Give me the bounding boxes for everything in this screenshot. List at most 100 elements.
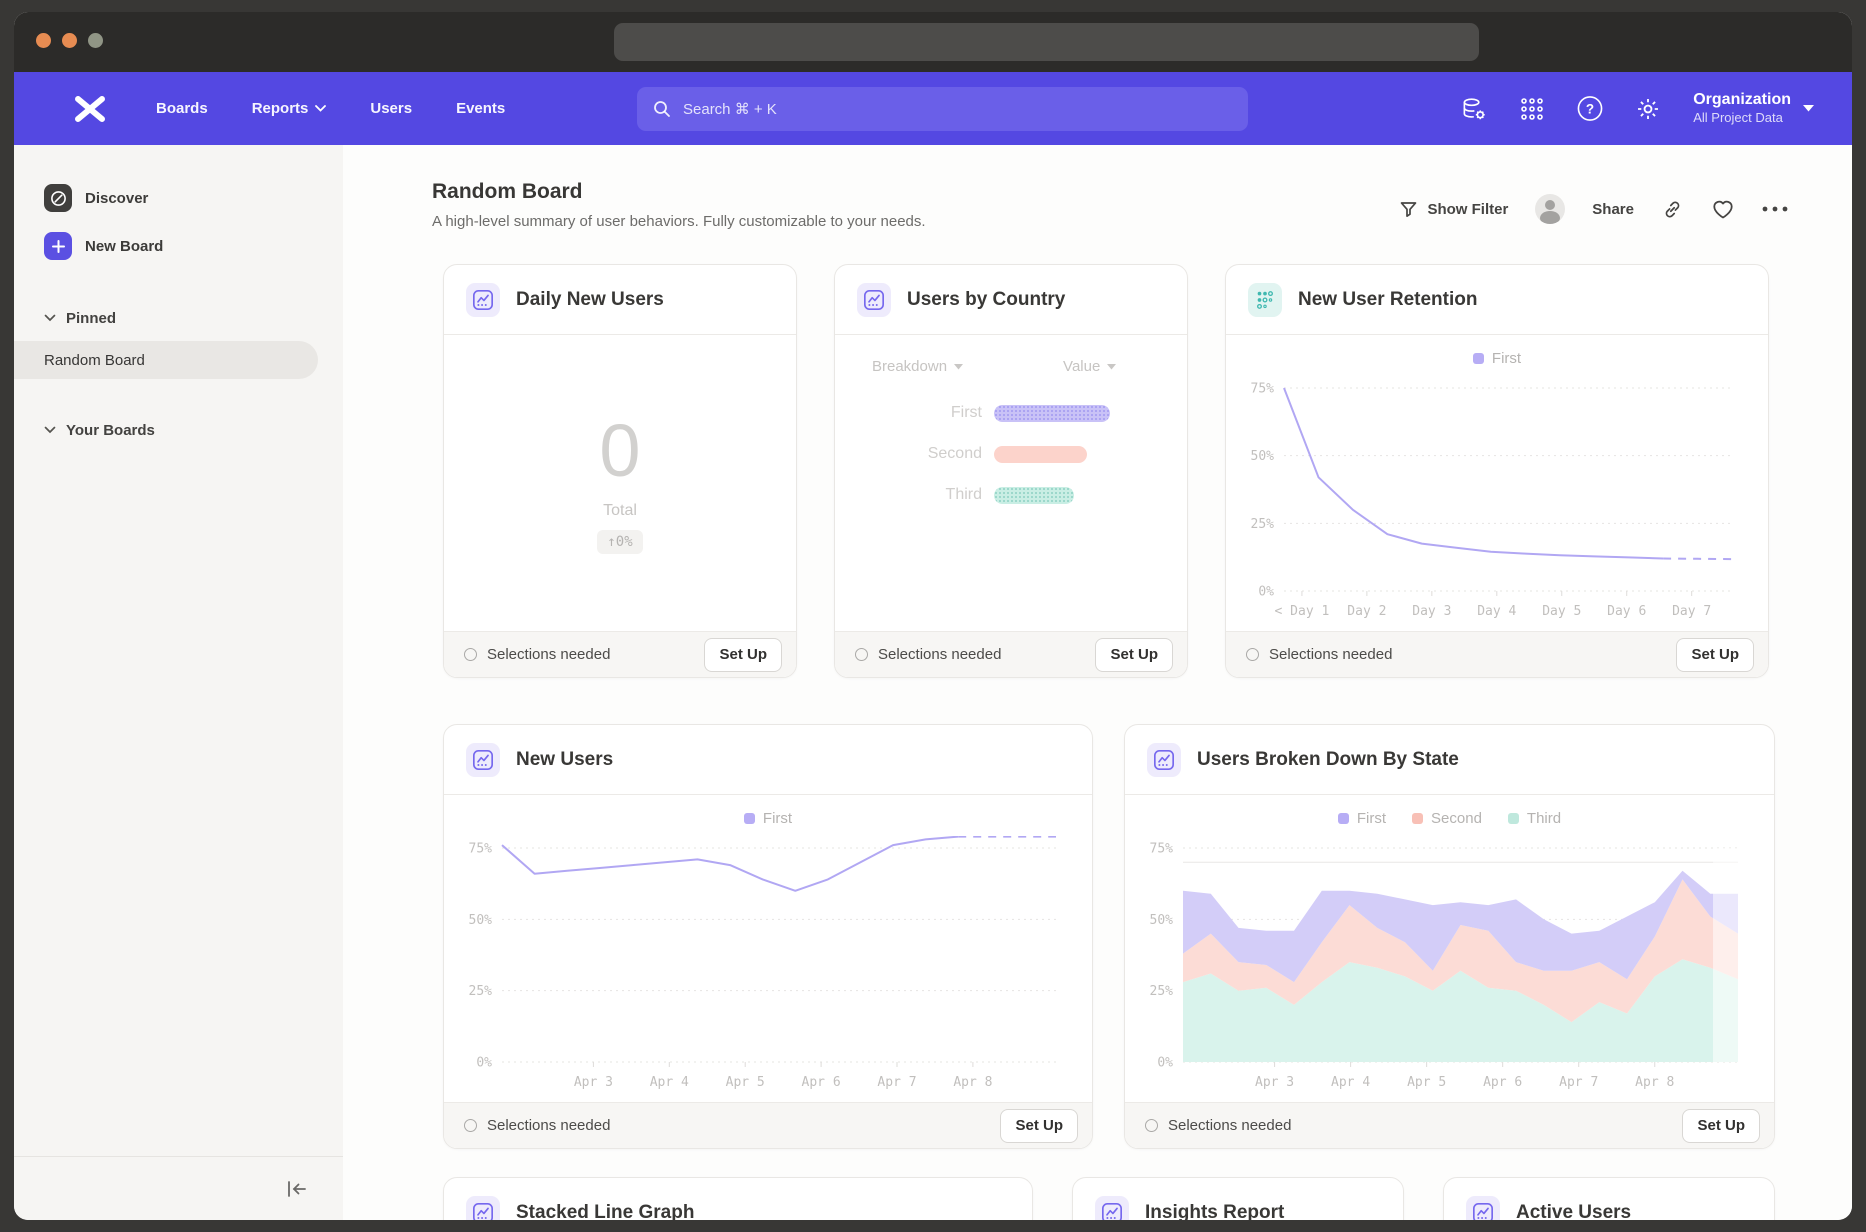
- country-bar-row: Third: [835, 483, 1187, 507]
- svg-text:25%: 25%: [1150, 984, 1174, 999]
- svg-text:75%: 75%: [1150, 842, 1174, 857]
- svg-text:0%: 0%: [1157, 1056, 1173, 1071]
- set-up-button[interactable]: Set Up: [1000, 1109, 1078, 1143]
- status-circle-icon: [464, 648, 477, 661]
- card-insights-report[interactable]: Insights Report: [1072, 1177, 1404, 1220]
- sidebar-footer: [14, 1156, 343, 1220]
- bar-label: Second: [835, 445, 994, 463]
- country-bar-row: Second: [835, 442, 1187, 466]
- svg-text:?: ?: [1586, 101, 1594, 116]
- svg-text:50%: 50%: [1150, 913, 1174, 928]
- card-title: New Users: [516, 749, 613, 771]
- card-title: Stacked Line Graph: [516, 1202, 694, 1221]
- card-new-user-retention[interactable]: New User Retention First 75%50%25%0%< Da…: [1225, 264, 1769, 678]
- apps-grid-icon[interactable]: [1519, 96, 1545, 122]
- state-stacked-area-chart: 75%50%25%0%Apr 3Apr 4Apr 5Apr 6Apr 7Apr …: [1125, 836, 1774, 1102]
- sidebar-item-random-board[interactable]: Random Board: [14, 341, 318, 379]
- sidebar-item-label: Random Board: [44, 352, 145, 369]
- copy-link-button[interactable]: [1661, 198, 1684, 221]
- legend-label: First: [1492, 350, 1521, 367]
- set-up-button[interactable]: Set Up: [704, 638, 782, 672]
- search-input[interactable]: Search ⌘ + K: [637, 87, 1248, 131]
- chevron-down-icon: [44, 314, 56, 322]
- svg-text:75%: 75%: [1251, 382, 1275, 397]
- svg-text:50%: 50%: [469, 913, 493, 928]
- show-filter-button[interactable]: Show Filter: [1399, 200, 1508, 219]
- nav-item-reports[interactable]: Reports: [252, 100, 327, 117]
- breakdown-dropdown[interactable]: Breakdown: [872, 358, 963, 375]
- card-title: New User Retention: [1298, 289, 1477, 311]
- value-dropdown[interactable]: Value: [1063, 358, 1116, 375]
- window-zoom-button[interactable]: [88, 33, 103, 48]
- svg-text:Day 3: Day 3: [1412, 604, 1451, 619]
- set-up-button[interactable]: Set Up: [1095, 638, 1173, 672]
- legend-swatch: [1338, 813, 1349, 824]
- status-circle-icon: [1145, 1119, 1158, 1132]
- card-new-users[interactable]: New Users First 75%50%25%0%Apr 3Apr 4Apr…: [443, 724, 1093, 1149]
- board-grid: Daily New Users 0 Total ↑0% Selections n…: [443, 264, 1775, 1220]
- data-management-icon[interactable]: [1461, 96, 1487, 122]
- sidebar-item-new-board[interactable]: New Board: [14, 231, 343, 261]
- svg-text:Apr 4: Apr 4: [1331, 1075, 1370, 1090]
- svg-text:50%: 50%: [1251, 449, 1275, 464]
- share-label: Share: [1592, 201, 1634, 218]
- retention-grid-icon: [1248, 283, 1282, 317]
- sidebar-item-discover[interactable]: Discover: [14, 183, 343, 213]
- chevron-down-icon: [315, 105, 326, 112]
- plus-icon: [44, 232, 72, 260]
- svg-text:Day 4: Day 4: [1477, 604, 1516, 619]
- svg-text:Apr 8: Apr 8: [1635, 1075, 1674, 1090]
- traffic-lights: [36, 33, 103, 48]
- card-users-by-country[interactable]: Users by Country Breakdown Value: [834, 264, 1188, 678]
- new-users-line-chart: 75%50%25%0%Apr 3Apr 4Apr 5Apr 6Apr 7Apr …: [444, 836, 1092, 1102]
- legend-swatch: [1508, 813, 1519, 824]
- bar-label: First: [835, 404, 994, 422]
- collapse-sidebar-icon[interactable]: [285, 1179, 309, 1199]
- card-users-by-state[interactable]: Users Broken Down By State First Second …: [1124, 724, 1775, 1149]
- nav-item-label: Events: [456, 100, 505, 117]
- status-text: Selections needed: [1168, 1117, 1291, 1134]
- nav-item-boards[interactable]: Boards: [156, 100, 208, 117]
- status-circle-icon: [464, 1119, 477, 1132]
- nav-item-events[interactable]: Events: [456, 100, 505, 117]
- top-nav: Boards Reports Users Events Search ⌘ + K: [14, 72, 1852, 145]
- bar-second: [994, 446, 1087, 463]
- share-button[interactable]: Share: [1592, 201, 1634, 218]
- card-stacked-line-graph[interactable]: Stacked Line Graph: [443, 1177, 1033, 1220]
- sidebar-section-pinned[interactable]: Pinned: [14, 307, 343, 329]
- window-minimize-button[interactable]: [62, 33, 77, 48]
- favorite-button[interactable]: [1711, 198, 1735, 220]
- status-text: Selections needed: [487, 646, 610, 663]
- search-icon: [653, 100, 671, 118]
- chart-legend: First: [444, 810, 1092, 827]
- svg-text:Apr 7: Apr 7: [877, 1075, 916, 1090]
- sidebar-item-label: Discover: [85, 190, 148, 207]
- dropdown-label: Value: [1063, 358, 1100, 375]
- window-close-button[interactable]: [36, 33, 51, 48]
- status-text: Selections needed: [878, 646, 1001, 663]
- card-daily-new-users[interactable]: Daily New Users 0 Total ↑0% Selections n…: [443, 264, 797, 678]
- card-title: Active Users: [1516, 1202, 1631, 1221]
- mixpanel-logo-icon[interactable]: [72, 94, 108, 124]
- retention-line-chart: 75%50%25%0%< Day 1Day 2Day 3Day 4Day 5Da…: [1226, 376, 1768, 631]
- more-options-button[interactable]: [1762, 206, 1788, 212]
- status-circle-icon: [1246, 648, 1259, 661]
- help-icon[interactable]: ?: [1577, 96, 1603, 122]
- card-active-users[interactable]: Active Users: [1443, 1177, 1775, 1220]
- avatar[interactable]: [1535, 194, 1565, 224]
- card-title: Daily New Users: [516, 289, 664, 311]
- svg-text:Apr 5: Apr 5: [726, 1075, 765, 1090]
- settings-gear-icon[interactable]: [1635, 96, 1661, 122]
- set-up-button[interactable]: Set Up: [1682, 1109, 1760, 1143]
- search-placeholder: Search ⌘ + K: [683, 100, 777, 118]
- svg-text:Apr 6: Apr 6: [802, 1075, 841, 1090]
- nav-item-users[interactable]: Users: [370, 100, 412, 117]
- compass-icon: [44, 184, 72, 212]
- svg-text:Day 5: Day 5: [1542, 604, 1581, 619]
- sidebar-section-your-boards[interactable]: Your Boards: [14, 419, 343, 441]
- address-bar[interactable]: [614, 23, 1479, 61]
- set-up-button[interactable]: Set Up: [1676, 638, 1754, 672]
- svg-text:< Day 1: < Day 1: [1275, 604, 1330, 619]
- bar-label: Third: [835, 486, 994, 504]
- org-switcher[interactable]: Organization All Project Data: [1693, 90, 1814, 126]
